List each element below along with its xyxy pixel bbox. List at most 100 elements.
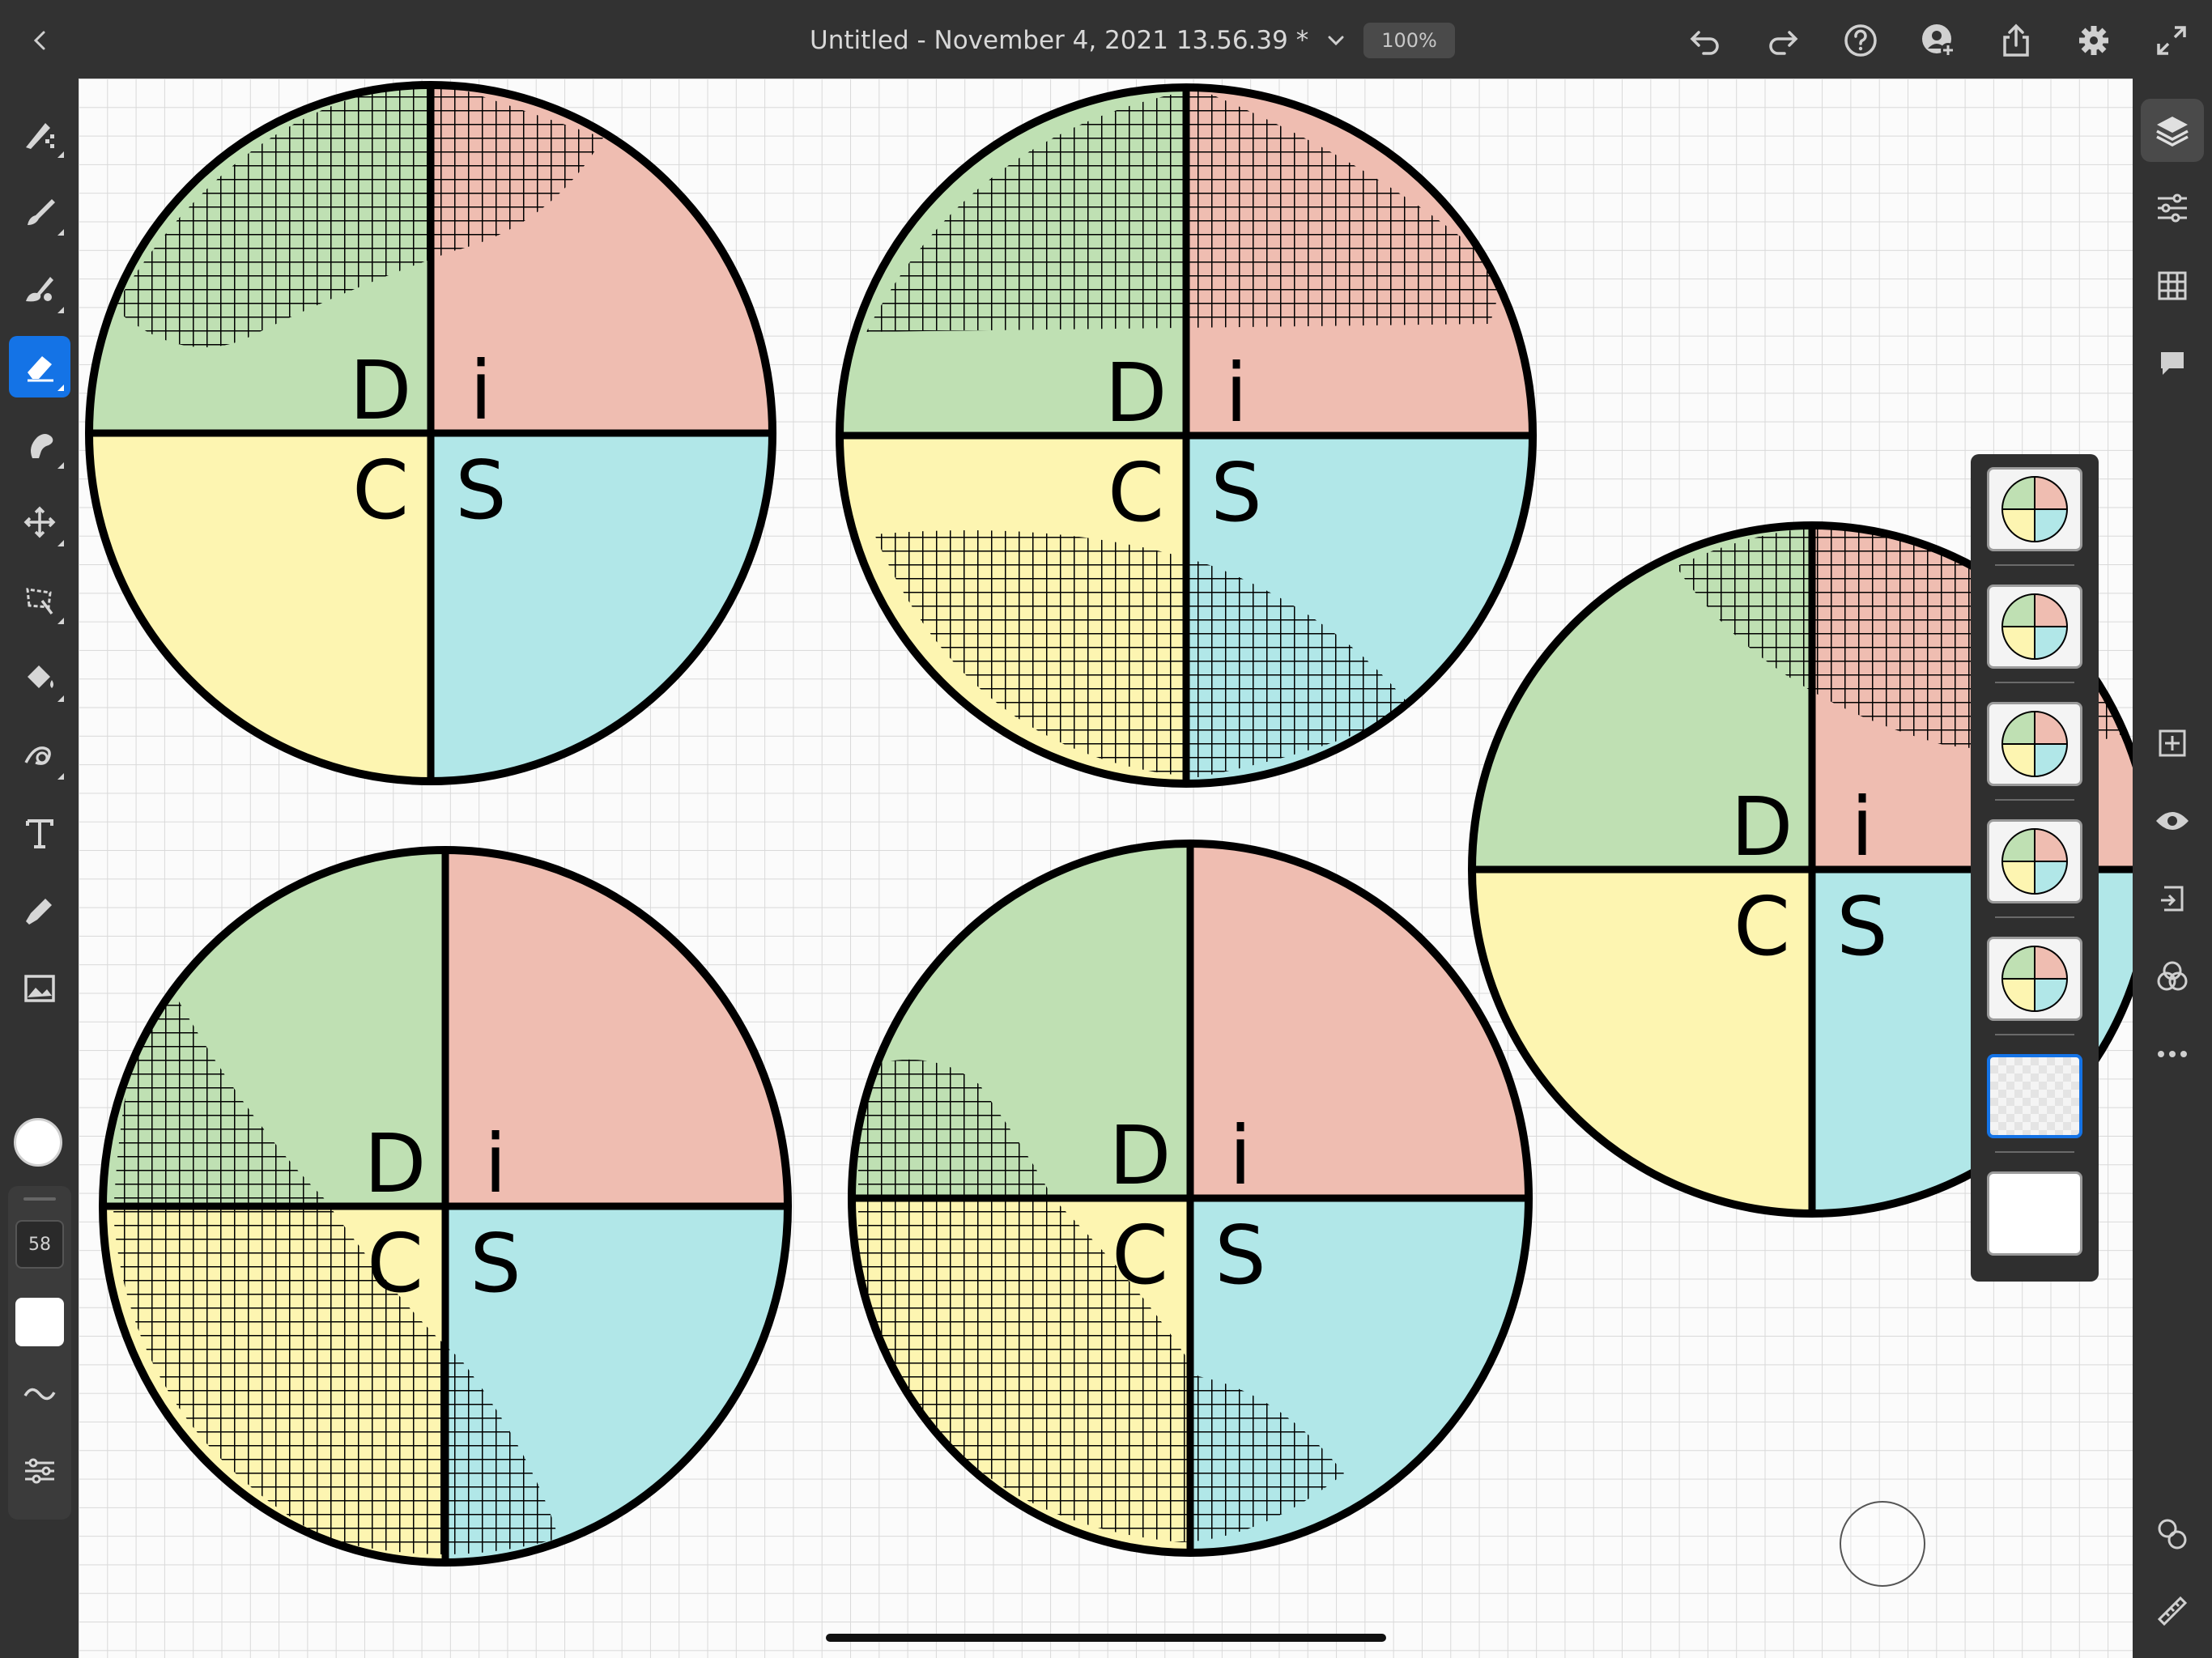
ruler-icon xyxy=(2157,1596,2188,1626)
chevron-down-icon[interactable] xyxy=(1325,29,1347,52)
label-c: C xyxy=(352,443,409,538)
opacity-swatch[interactable] xyxy=(15,1298,64,1346)
layer-thumbnail[interactable] xyxy=(1987,937,2082,1021)
back-button[interactable] xyxy=(18,18,63,63)
fullscreen-button[interactable] xyxy=(2149,18,2194,63)
label-i: i xyxy=(1851,780,1874,874)
selection-tool[interactable] xyxy=(9,569,70,631)
invite-button[interactable] xyxy=(1916,18,1961,63)
label-c: C xyxy=(1112,1208,1168,1303)
layer-thumbnail[interactable] xyxy=(1987,1054,2082,1138)
layers-panel xyxy=(1971,454,2099,1282)
wave-icon xyxy=(23,1388,56,1401)
undo-button[interactable] xyxy=(1682,18,1728,63)
brush-settings-group: 58 xyxy=(8,1186,71,1520)
eye-icon xyxy=(2156,812,2189,830)
comment-icon xyxy=(2161,352,2184,375)
disc-circle: DiC S xyxy=(848,840,1533,1557)
color-picker[interactable] xyxy=(14,1118,62,1167)
layer-separator xyxy=(1995,799,2074,801)
document-title[interactable]: Untitled - November 4, 2021 13.56.39 * xyxy=(810,26,1308,55)
undo-icon xyxy=(1690,31,1719,55)
redo-icon xyxy=(1769,31,1798,55)
label-c: C xyxy=(1108,445,1164,540)
eyedropper-icon xyxy=(26,899,52,925)
live-brush-icon xyxy=(28,199,55,225)
pixel-brush-tool[interactable] xyxy=(9,103,70,164)
disc-circle: DiC S xyxy=(836,83,1537,788)
label-c: C xyxy=(367,1216,423,1311)
disc-circle: DiC S xyxy=(99,846,792,1567)
label-d: D xyxy=(364,1116,426,1211)
layer-thumbnail[interactable] xyxy=(1987,1171,2082,1256)
document-title-group: Untitled - November 4, 2021 13.56.39 * 1… xyxy=(810,18,1455,63)
layer-separator xyxy=(1995,916,2074,918)
transform-tool[interactable] xyxy=(9,491,70,553)
layer-properties-button[interactable] xyxy=(2141,176,2204,240)
image-tool[interactable] xyxy=(9,958,70,1019)
top-bar: Untitled - November 4, 2021 13.56.39 * 1… xyxy=(0,0,2212,79)
drag-handle[interactable] xyxy=(23,1197,56,1201)
layer-thumbnail[interactable] xyxy=(1987,585,2082,669)
blend-mode-icon xyxy=(2157,961,2188,991)
layer-thumbnail[interactable] xyxy=(1987,819,2082,903)
ruler-button[interactable] xyxy=(2141,1579,2204,1643)
gear-icon xyxy=(2079,26,2108,55)
merge-down-icon xyxy=(2161,886,2184,912)
text-icon xyxy=(26,819,53,848)
share-button[interactable] xyxy=(1993,18,2039,63)
paint-bucket-icon xyxy=(28,665,53,688)
layer-separator xyxy=(1995,564,2074,566)
layer-thumbnail[interactable] xyxy=(1987,467,2082,551)
settings-button[interactable] xyxy=(2071,18,2116,63)
eyedropper-tool[interactable] xyxy=(9,880,70,942)
label-s: S xyxy=(1214,1208,1266,1303)
label-s: S xyxy=(1836,879,1887,974)
brush-size-field[interactable]: 58 xyxy=(15,1220,64,1269)
text-tool[interactable] xyxy=(9,802,70,864)
vector-brush-tool[interactable] xyxy=(9,258,70,320)
grid-icon xyxy=(2158,271,2187,300)
layers-icon xyxy=(2156,117,2189,147)
label-i: i xyxy=(1229,1108,1252,1203)
zoom-level[interactable]: 100% xyxy=(1363,23,1455,58)
fill-tool[interactable] xyxy=(9,647,70,708)
redo-button[interactable] xyxy=(1760,18,1806,63)
collaborate-button[interactable] xyxy=(2141,1502,2204,1565)
sliders-icon xyxy=(25,1458,54,1484)
layer-thumbnail[interactable] xyxy=(1987,702,2082,786)
label-s: S xyxy=(455,443,506,538)
liquify-icon xyxy=(24,746,51,765)
comments-button[interactable] xyxy=(2141,332,2204,395)
image-icon xyxy=(24,975,55,1002)
label-i: i xyxy=(1225,346,1248,440)
label-s: S xyxy=(1210,445,1261,540)
touch-shortcut[interactable] xyxy=(1840,1501,1925,1587)
home-indicator[interactable] xyxy=(826,1634,1386,1642)
liquify-tool[interactable] xyxy=(9,725,70,786)
label-d: D xyxy=(1104,346,1167,440)
help-button[interactable] xyxy=(1838,18,1883,63)
grid-button[interactable] xyxy=(2141,254,2204,317)
right-panel xyxy=(2133,79,2212,1658)
layers-button[interactable] xyxy=(2141,99,2204,162)
more-button[interactable] xyxy=(2141,1022,2204,1086)
drawing-canvas[interactable]: DiCSDiCSDiCSDiCSDiCS xyxy=(79,79,2133,1658)
label-c: C xyxy=(1733,879,1790,974)
smudge-tool[interactable] xyxy=(9,414,70,475)
blend-mode-button[interactable] xyxy=(2141,945,2204,1008)
add-layer-button[interactable] xyxy=(2141,712,2204,775)
help-icon xyxy=(1844,24,1877,57)
brush-settings-button[interactable] xyxy=(15,1447,64,1495)
visibility-button[interactable] xyxy=(2141,789,2204,852)
smoothing-button[interactable] xyxy=(15,1369,64,1418)
chevron-left-icon xyxy=(33,31,45,50)
label-d: D xyxy=(1108,1108,1171,1203)
live-brush-tool[interactable] xyxy=(9,181,70,242)
merge-down-button[interactable] xyxy=(2141,867,2204,930)
shapes-icon xyxy=(2158,1519,2187,1550)
add-layer-icon xyxy=(2159,729,2186,757)
eraser-tool[interactable] xyxy=(9,336,70,397)
layer-separator xyxy=(1995,682,2074,683)
label-i: i xyxy=(484,1116,507,1211)
